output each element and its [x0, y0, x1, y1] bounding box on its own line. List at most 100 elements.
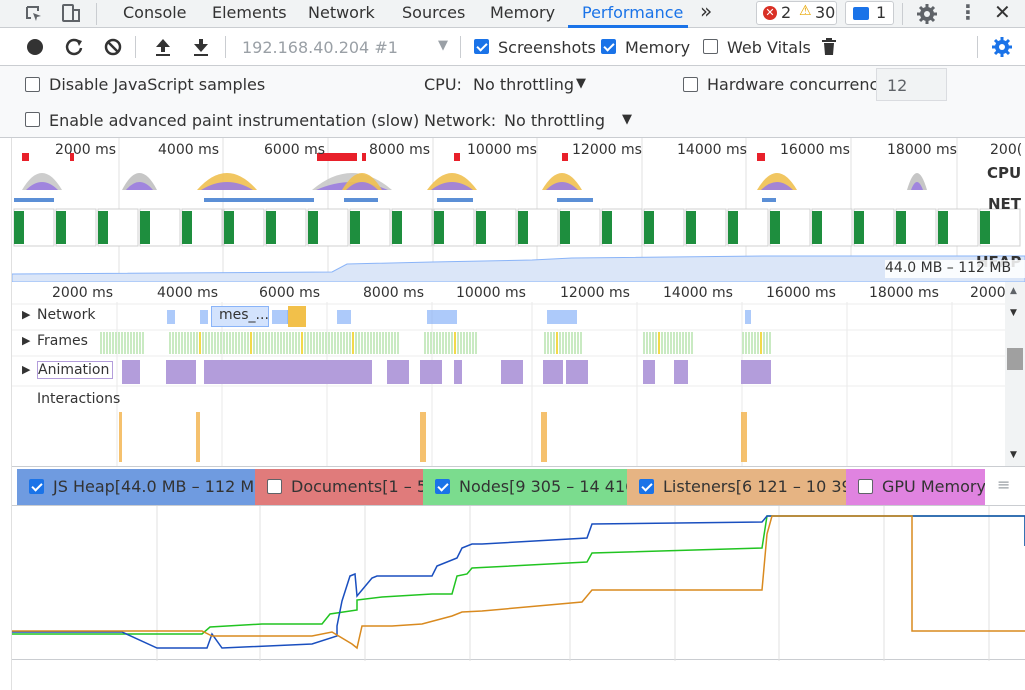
record-icon[interactable]	[27, 39, 43, 55]
animation-bar	[643, 360, 655, 384]
cpu-throttling-select[interactable]: No throttling	[473, 75, 574, 95]
network-dropdown-icon[interactable]: ▼	[622, 112, 632, 127]
frames-track-label[interactable]: Frames	[37, 333, 88, 349]
screenshot-thumbnail-sidebar	[14, 211, 24, 244]
reload-record-icon[interactable]	[64, 37, 84, 57]
download-profile-icon[interactable]	[191, 36, 211, 58]
frame	[652, 332, 654, 354]
frames-expand-icon[interactable]: ▶	[22, 334, 30, 347]
hardware-concurrency-label: Hardware concurrency	[707, 75, 888, 94]
nodes-checkbox[interactable]	[435, 479, 450, 494]
tab-sources[interactable]: Sources	[402, 2, 465, 28]
tab-console[interactable]: Console	[123, 2, 187, 28]
messages-counter[interactable]: 1	[845, 1, 894, 25]
web-vitals-checkbox[interactable]	[703, 39, 718, 54]
memory-checkbox[interactable]	[601, 39, 616, 54]
network-track-label[interactable]: Network	[37, 307, 95, 323]
frame	[367, 332, 369, 354]
frame	[286, 332, 288, 354]
network-request-bar[interactable]: mes_...	[211, 306, 269, 327]
animation-bar	[566, 360, 588, 384]
nodes-counter[interactable]: Nodes[9 305 – 14 416]	[423, 469, 627, 505]
documents-checkbox[interactable]	[267, 479, 282, 494]
memory-graph-canvas	[12, 506, 1025, 661]
tab-network[interactable]: Network	[308, 2, 375, 28]
scroll-down-icon[interactable]: ▼	[1010, 308, 1017, 318]
frame	[769, 332, 771, 354]
gpu-memory-checkbox[interactable]	[858, 479, 873, 494]
capture-settings-icon[interactable]	[991, 36, 1013, 58]
memory-graph[interactable]	[12, 505, 1025, 661]
hardware-concurrency-checkbox[interactable]	[683, 77, 698, 92]
tab-memory[interactable]: Memory	[490, 2, 555, 28]
timeline-tracks[interactable]: 2000 ms 4000 ms 6000 ms 8000 ms 10000 ms…	[12, 282, 1025, 467]
screenshot-thumbnail-sidebar	[980, 211, 990, 244]
js-heap-checkbox[interactable]	[29, 479, 44, 494]
network-throttling-select[interactable]: No throttling	[504, 111, 605, 131]
clear-icon[interactable]	[103, 37, 123, 57]
animation-track-label[interactable]: Animation	[37, 361, 114, 379]
timeline-overview[interactable]: 2000 ms 4000 ms 6000 ms 8000 ms 10000 ms…	[12, 138, 1025, 282]
target-select[interactable]: 192.168.40.204 #1	[242, 38, 398, 58]
frame	[223, 332, 225, 354]
screenshot-thumbnail-sidebar	[812, 211, 822, 244]
hardware-concurrency-input[interactable]: 12	[876, 68, 947, 101]
inspect-element-icon[interactable]	[24, 4, 44, 24]
tracks-tick: 18000 ms	[869, 285, 939, 301]
frame	[328, 332, 330, 354]
animation-bar	[543, 360, 563, 384]
frame	[745, 332, 747, 354]
documents-label: Documents[1 – 5]	[291, 477, 423, 496]
more-tabs-button[interactable]: »	[700, 0, 712, 26]
frame	[349, 332, 351, 354]
advanced-paint-checkbox[interactable]	[25, 112, 40, 127]
scroll-bottom-icon[interactable]: ▼	[1010, 450, 1017, 460]
device-toolbar-icon[interactable]	[60, 3, 82, 25]
upload-profile-icon[interactable]	[153, 36, 173, 58]
nodes-label: Nodes[9 305 – 14 416]	[459, 477, 627, 496]
tracks-scrollbar[interactable]: ▲ ▼ ▼	[1005, 282, 1025, 466]
frame	[271, 332, 273, 354]
frame	[682, 332, 684, 354]
close-devtools-icon[interactable]: ✕	[994, 0, 1011, 24]
frame	[553, 332, 555, 354]
screenshot-thumbnail-sidebar	[224, 211, 234, 244]
frame	[136, 332, 138, 354]
documents-counter[interactable]: Documents[1 – 5]	[255, 469, 423, 505]
animation-bar	[204, 360, 372, 384]
js-heap-counter[interactable]: JS Heap[44.0 MB – 112 MB]	[17, 469, 255, 505]
frame	[391, 332, 393, 354]
issues-counter[interactable]: ✕ 2 ⚠ 30	[756, 1, 837, 25]
cpu-throttling-label: CPU:	[424, 75, 462, 94]
frame	[463, 332, 465, 354]
cpu-dropdown-icon[interactable]: ▼	[576, 76, 586, 91]
animation-expand-icon[interactable]: ▶	[22, 363, 30, 376]
tab-elements[interactable]: Elements	[212, 2, 287, 28]
screenshots-checkbox[interactable]	[474, 39, 489, 54]
listeners-counter[interactable]: Listeners[6 121 – 10 396]	[627, 469, 846, 505]
gpu-memory-counter[interactable]: GPU Memory	[846, 469, 985, 505]
frame	[565, 332, 567, 354]
screenshot-thumbnail-sidebar	[182, 211, 192, 244]
frame	[460, 332, 462, 354]
scroll-up-icon[interactable]: ▲	[1010, 286, 1017, 296]
scroll-thumb[interactable]	[1007, 348, 1023, 370]
frame	[196, 332, 198, 354]
nodes-line	[12, 515, 1025, 635]
target-dropdown-icon[interactable]: ▼	[438, 38, 448, 53]
settings-gear-icon[interactable]	[915, 2, 939, 26]
frame	[184, 332, 186, 354]
warning-count: 30	[815, 3, 836, 22]
tracks-tick: 8000 ms	[363, 285, 425, 301]
interactions-track-label: Interactions	[37, 391, 121, 407]
more-options-icon[interactable]: ⋮	[958, 0, 978, 24]
counters-menu-icon[interactable]: ≡	[997, 475, 1010, 494]
screenshot-thumbnail-sidebar	[602, 211, 612, 244]
frame	[304, 332, 306, 354]
listeners-checkbox[interactable]	[639, 479, 654, 494]
garbage-collect-icon[interactable]	[820, 37, 838, 57]
network-expand-icon[interactable]: ▶	[22, 308, 30, 321]
disable-js-samples-checkbox[interactable]	[25, 77, 40, 92]
tracks-tick: 2000 ms	[52, 285, 114, 301]
frame	[220, 332, 222, 354]
